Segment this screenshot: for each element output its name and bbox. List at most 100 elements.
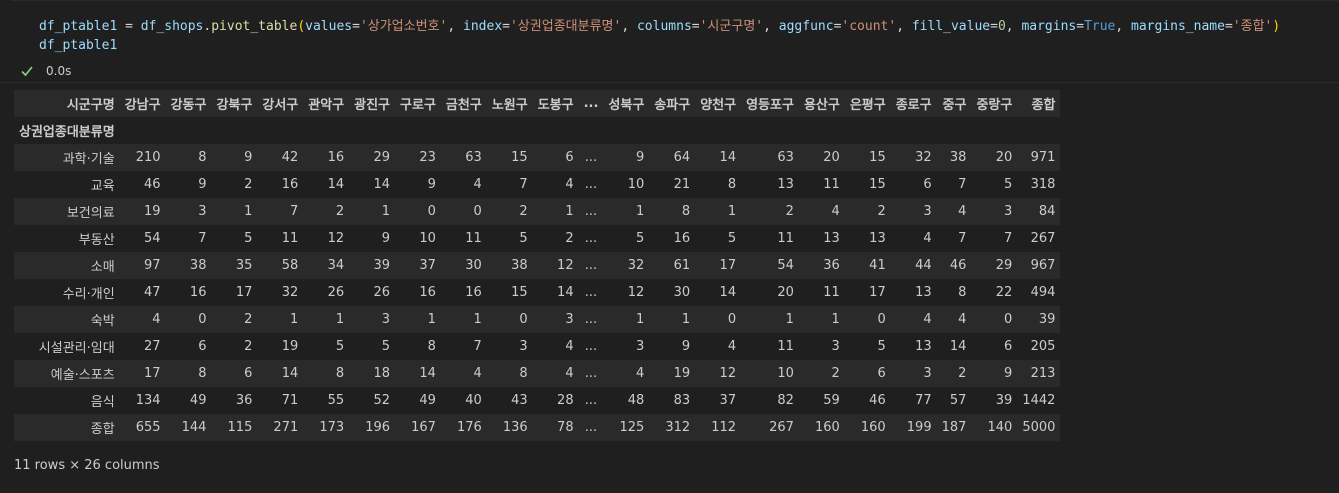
row-label: 숙박 bbox=[90, 314, 115, 329]
table-cell: 16 bbox=[465, 285, 482, 300]
table-cell: 9 bbox=[681, 339, 691, 354]
table-cell: 1 bbox=[785, 312, 794, 327]
table-cell: 8 bbox=[681, 204, 691, 219]
table-cell-ellipsis: ... bbox=[584, 231, 598, 246]
table-cell: 8 bbox=[198, 150, 207, 165]
table-cell: 312 bbox=[665, 420, 691, 435]
table-cell: 49 bbox=[189, 393, 207, 408]
table-cell: 12 bbox=[327, 231, 345, 246]
table-cell: 5 bbox=[877, 339, 886, 354]
table-cell: 54 bbox=[777, 258, 794, 273]
code-token-arg: margins bbox=[1021, 19, 1077, 34]
table-cell: 2 bbox=[565, 231, 574, 246]
column-header: 노원구 bbox=[491, 98, 528, 113]
table-cell: 15 bbox=[869, 150, 886, 165]
table-cell: 4 bbox=[923, 231, 932, 246]
index-header-row: 상권업종대분류명 bbox=[14, 117, 1061, 144]
table-cell: 16 bbox=[327, 150, 345, 165]
table-cell: 2 bbox=[244, 339, 253, 354]
column-header: 중구 bbox=[942, 98, 967, 113]
index-header-spacer bbox=[741, 117, 799, 144]
code-token-arg: aggfunc bbox=[778, 19, 834, 34]
table-cell: 14 bbox=[419, 366, 436, 381]
table-cell-ellipsis: ... bbox=[584, 150, 598, 165]
table-cell: 15 bbox=[869, 177, 886, 192]
table-cell: 63 bbox=[777, 150, 794, 165]
table-cell: 112 bbox=[711, 420, 737, 435]
table-cell: 41 bbox=[869, 258, 886, 273]
table-cell: 23 bbox=[419, 150, 436, 165]
table-cell: 971 bbox=[1030, 150, 1056, 165]
code-cell[interactable]: df_ptable1 = df_shops.pivot_table(values… bbox=[0, 0, 1339, 83]
index-header-spacer bbox=[971, 117, 1017, 144]
table-cell: 213 bbox=[1030, 366, 1056, 381]
table-cell: 2 bbox=[877, 204, 886, 219]
index-header-spacer bbox=[845, 117, 891, 144]
execution-status: 0.0s bbox=[20, 62, 71, 80]
table-cell: 4 bbox=[636, 366, 645, 381]
row-label: 수리·개인 bbox=[62, 287, 115, 302]
table-cell: 0 bbox=[427, 204, 436, 219]
column-header-ellipsis: ... bbox=[583, 96, 599, 111]
column-header: 용산구 bbox=[803, 98, 840, 113]
table-cell: 2 bbox=[519, 204, 528, 219]
table-cell: 20 bbox=[823, 150, 840, 165]
column-header: 강북구 bbox=[216, 98, 253, 113]
table-cell: 2 bbox=[244, 312, 253, 327]
row-label: 소매 bbox=[90, 260, 115, 275]
code-token-arg: columns bbox=[636, 19, 692, 34]
table-cell: 16 bbox=[673, 231, 691, 246]
table-cell: 63 bbox=[465, 150, 482, 165]
table-cell: 655 bbox=[135, 420, 161, 435]
table-cell: 13 bbox=[869, 231, 886, 246]
code-token-paren: ( bbox=[297, 19, 306, 34]
column-header: 종합 bbox=[1031, 98, 1056, 113]
table-cell: 4 bbox=[831, 204, 840, 219]
table-cell: 4 bbox=[923, 312, 932, 327]
table-cell: 47 bbox=[144, 285, 161, 300]
column-header: 양천구 bbox=[700, 98, 737, 113]
table-cell: 3 bbox=[519, 339, 528, 354]
dataframe-shape: 11 rows × 26 columns bbox=[14, 458, 160, 473]
table-cell: 36 bbox=[235, 393, 253, 408]
table-cell: 11 bbox=[777, 339, 794, 354]
table-cell: 5 bbox=[244, 231, 253, 246]
table-cell: 14 bbox=[327, 177, 345, 192]
table-cell: 176 bbox=[456, 420, 482, 435]
table-cell: 3 bbox=[923, 204, 932, 219]
code-text[interactable]: df_ptable1 = df_shops.pivot_table(values… bbox=[39, 17, 1280, 55]
table-row: 보건의료 19 3 1 7 2 1 0 0 2 1... 1 8 1 2 4 2 3 4 3 84 bbox=[14, 198, 1061, 225]
table-cell: 16 bbox=[419, 285, 436, 300]
table-cell-ellipsis: ... bbox=[584, 258, 598, 273]
row-label: 예술·스포츠 bbox=[50, 368, 115, 383]
code-editor[interactable]: df_ptable1 = df_shops.pivot_table(values… bbox=[11, 0, 1339, 61]
table-cell: 7 bbox=[198, 231, 207, 246]
table-cell: 16 bbox=[281, 177, 299, 192]
table-cell: 46 bbox=[869, 393, 886, 408]
table-cell: 26 bbox=[327, 285, 345, 300]
table-cell: 8 bbox=[519, 366, 528, 381]
row-label: 과학·기술 bbox=[62, 152, 115, 167]
table-cell: 125 bbox=[619, 420, 645, 435]
code-token-str: '상권업종대분류명' bbox=[509, 19, 622, 34]
table-cell: 1 bbox=[636, 204, 645, 219]
table-cell: 173 bbox=[319, 420, 345, 435]
table-cell: 36 bbox=[823, 258, 840, 273]
row-label: 교육 bbox=[90, 179, 115, 194]
table-cell: 5000 bbox=[1022, 420, 1056, 435]
table-cell: 1442 bbox=[1022, 393, 1056, 408]
table-cell: 7 bbox=[473, 339, 482, 354]
table-cell: 15 bbox=[511, 150, 528, 165]
index-header-spacer bbox=[649, 117, 695, 144]
table-cell: 39 bbox=[1038, 312, 1056, 327]
code-token-arg: margins_name bbox=[1131, 19, 1225, 34]
table-cell: 7 bbox=[958, 177, 967, 192]
table-cell: 13 bbox=[823, 231, 840, 246]
table-cell: 78 bbox=[557, 420, 574, 435]
table-cell: 271 bbox=[273, 420, 299, 435]
table-cell: 17 bbox=[719, 258, 737, 273]
table-cell-ellipsis: ... bbox=[584, 312, 598, 327]
row-label: 보건의료 bbox=[66, 206, 115, 221]
table-cell-ellipsis: ... bbox=[584, 420, 598, 435]
table-cell: 49 bbox=[419, 393, 436, 408]
